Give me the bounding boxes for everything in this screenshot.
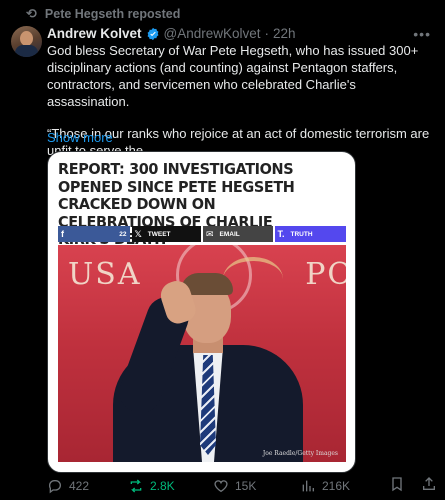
x-share-label: TWEET [147, 230, 171, 238]
reply-icon [48, 480, 61, 494]
views-button[interactable]: 216K [300, 476, 387, 496]
photo-backdrop-text-right: PO [305, 257, 346, 292]
repost-action-icon [130, 479, 142, 493]
like-count: 15K [235, 479, 257, 493]
email-share-label: EMAIL [219, 230, 240, 238]
share-bar: f 22 𝕏 TWEET ✉ EMAIL T. TRUTH [58, 226, 346, 242]
truth-share-button[interactable]: T. TRUTH [274, 226, 346, 242]
verified-badge-icon [147, 27, 158, 40]
card-photo[interactable]: USA PO Joe Raedle/Getty Images [58, 245, 346, 462]
facebook-icon: f [61, 229, 64, 239]
avatar[interactable] [11, 26, 42, 57]
photo-subject [113, 273, 303, 462]
show-more-link[interactable]: Show more [47, 130, 113, 145]
tweet-header: Andrew Kolvet @AndrewKolvet · 22h [47, 26, 296, 41]
separator: · [264, 26, 270, 41]
reply-button[interactable]: 422 [47, 476, 128, 496]
action-bar: 422 2.8K 15K 216K [47, 476, 437, 496]
email-icon: ✉ [206, 228, 214, 239]
reply-count: 422 [69, 479, 90, 493]
share-icon[interactable] [421, 476, 437, 492]
bookmark-icon[interactable] [389, 476, 405, 492]
views-icon [302, 480, 314, 492]
email-share-button[interactable]: ✉ EMAIL [203, 226, 273, 242]
repost-count: 2.8K [150, 479, 175, 493]
repost-banner[interactable]: ⟲ Pete Hegseth reposted [26, 6, 180, 22]
facebook-share-button[interactable]: f 22 [58, 226, 130, 242]
truth-share-label: TRUTH [290, 230, 313, 238]
author-handle[interactable]: @AndrewKolvet [164, 26, 261, 41]
x-share-button[interactable]: 𝕏 TWEET [131, 226, 201, 242]
repost-banner-text: Pete Hegseth reposted [44, 7, 181, 21]
media-card[interactable]: REPORT: 300 INVESTIGATIONS OPENED SINCE … [47, 151, 356, 473]
x-logo-icon: 𝕏 [134, 228, 142, 239]
more-options-icon[interactable]: ••• [413, 26, 431, 42]
repost-icon: ⟲ [26, 6, 37, 21]
heart-icon [214, 480, 228, 493]
tweet-paragraph-1: God bless Secretary of War Pete Hegseth,… [47, 43, 419, 109]
truth-logo-icon: T. [277, 229, 285, 239]
like-button[interactable]: 15K [213, 476, 300, 496]
author-name[interactable]: Andrew Kolvet [47, 26, 142, 41]
facebook-share-count: 22 [119, 230, 127, 238]
timestamp[interactable]: 22h [273, 26, 296, 41]
view-count: 216K [322, 479, 351, 493]
photo-credit: Joe Raedle/Getty Images [262, 450, 338, 457]
repost-button[interactable]: 2.8K [128, 476, 213, 496]
